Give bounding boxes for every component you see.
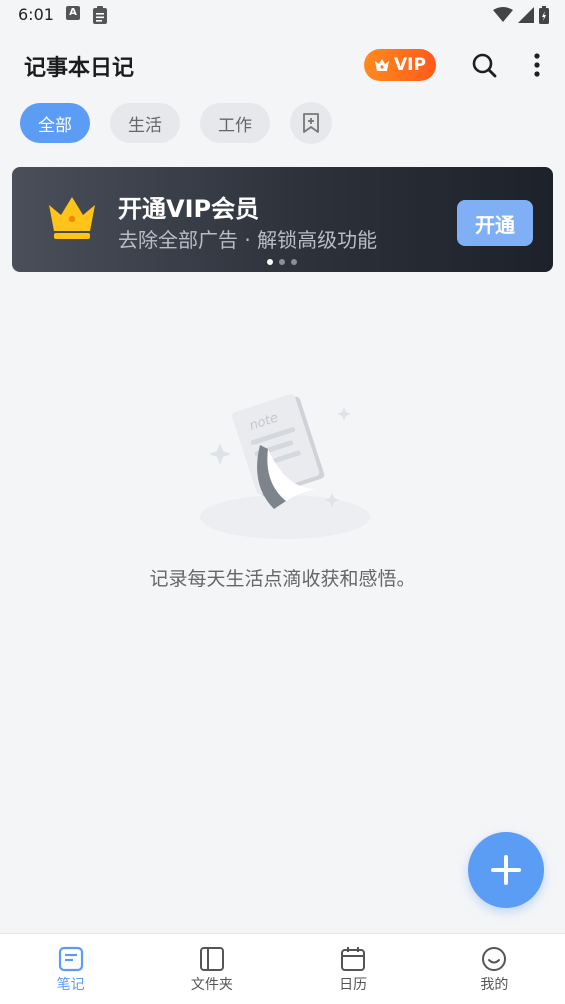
category-tabs: 全部 生活 工作	[20, 102, 332, 144]
empty-notes-illustration: note	[200, 394, 370, 539]
nav-notes[interactable]: 笔记	[0, 934, 141, 1004]
status-time: 6:01	[18, 5, 54, 24]
page-dot	[279, 259, 285, 265]
page-dot	[267, 259, 273, 265]
tab-life[interactable]: 生活	[110, 103, 180, 143]
tab-all[interactable]: 全部	[20, 103, 90, 143]
plus-icon	[491, 855, 521, 885]
add-note-button[interactable]	[468, 832, 544, 908]
banner-subtitle: 去除全部广告 · 解锁高级功能	[118, 228, 378, 252]
open-vip-button[interactable]: 开通	[457, 200, 533, 246]
banner-title: 开通VIP会员	[118, 195, 260, 223]
crown-icon	[375, 59, 390, 71]
add-bookmark-icon	[303, 113, 319, 133]
wifi-icon	[493, 7, 513, 22]
page-dot	[291, 259, 297, 265]
tab-work[interactable]: 工作	[200, 103, 270, 143]
status-bar: 6:01 A	[0, 0, 565, 32]
bottom-navigation: 笔记 文件夹 日历 我的	[0, 933, 565, 1004]
search-icon[interactable]	[470, 51, 498, 79]
vip-label: VIP	[394, 55, 426, 75]
calendar-icon	[341, 947, 366, 971]
status-icons-right	[493, 6, 549, 24]
nav-folders[interactable]: 文件夹	[141, 934, 282, 1004]
nav-label: 我的	[480, 977, 509, 993]
nav-profile[interactable]: 我的	[424, 934, 565, 1004]
vip-promo-banner[interactable]: 开通VIP会员 去除全部广告 · 解锁高级功能 开通	[12, 167, 553, 272]
app-title: 记事本日记	[24, 56, 135, 81]
battery-icon	[539, 6, 549, 24]
a-notification-icon: A	[66, 6, 80, 20]
nav-calendar[interactable]: 日历	[283, 934, 424, 1004]
vip-button[interactable]: VIP	[364, 49, 436, 81]
nav-label: 日历	[339, 977, 368, 993]
add-category-button[interactable]	[290, 102, 332, 144]
banner-page-indicator	[267, 259, 297, 265]
nav-label: 文件夹	[190, 977, 233, 993]
nav-label: 笔记	[56, 977, 85, 993]
more-vertical-icon[interactable]	[523, 51, 551, 79]
profile-smile-icon	[482, 947, 507, 971]
clipboard-icon	[93, 6, 107, 24]
signal-icon	[518, 7, 534, 23]
crown-icon	[49, 197, 95, 239]
folder-icon	[199, 947, 224, 971]
status-icons-left: A	[66, 6, 108, 24]
notes-icon	[58, 946, 83, 972]
empty-state-message: 记录每天生活点滴收获和感悟。	[149, 568, 416, 590]
